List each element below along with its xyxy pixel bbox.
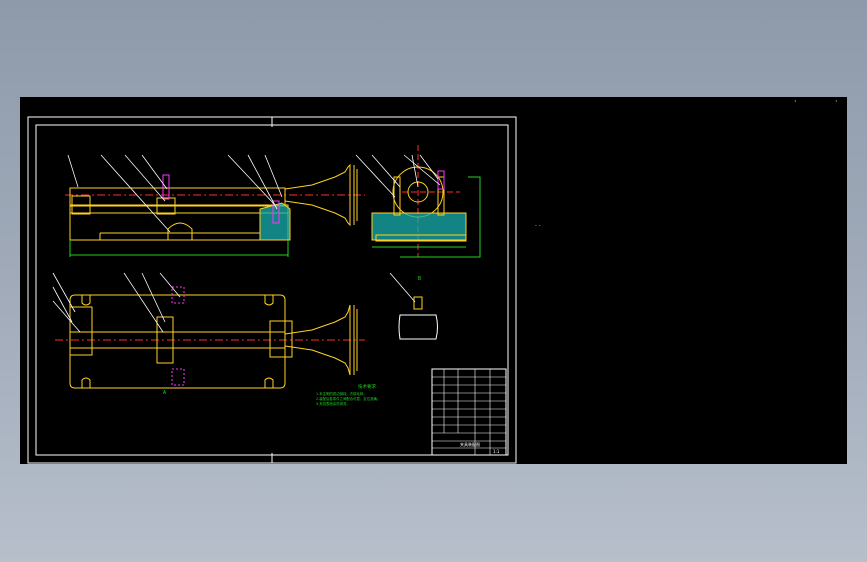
front-leader-lines [67,154,283,233]
top-right-block [269,320,293,358]
detail-screw [413,296,423,310]
title-block-scale: 1:1 [493,449,500,454]
detail-profile [398,314,438,340]
title-block-name: 夹具装配图 [460,441,480,447]
top-slot-4 [264,377,274,388]
tech-requirements: 技术要求 1.未注明的锐边倒钝，去除毛刺。 2.装配后各零件之间配合可靠，定位准… [316,383,380,406]
top-slot-1 [81,295,91,306]
tech-req-line-2: 2.装配后各零件之间配合可靠，定位准确。 [316,396,380,401]
top-slot-2 [264,295,274,306]
cad-drawing-canvas: A B 技术要求 1.未注明的锐边倒钝，去除毛刺。 2.装配后各零件之间配合可靠… [27,116,517,464]
top-leader-lines [52,272,181,333]
viewport-corner-mark-2: · [835,97,838,106]
top-magenta-detail-2 [171,368,185,386]
top-slot-3 [81,377,91,388]
front-base [69,213,289,241]
top-view: A [52,272,365,396]
side-view [355,145,481,258]
tech-req-line-3: 3.夹具表面涂防锈漆。 [316,401,350,406]
tech-req-title: 技术要求 [358,383,376,390]
viewport-corner-mark-1: · [794,97,797,106]
sheet-inner-border [35,124,509,456]
top-view-label: A [163,390,166,396]
cursor-readout: · · [535,223,541,230]
side-screw [437,170,445,190]
detail-leader [389,272,416,303]
front-right-support-hatched [259,202,291,241]
top-base-plate [69,294,286,389]
front-base-relief [99,232,261,240]
title-block: 夹具装配图 1:1 [431,368,507,456]
side-leader-lines [355,154,441,198]
tech-req-line-1: 1.未注明的锐边倒钝，去除毛刺。 [316,391,367,396]
detail-view: B [389,272,438,340]
front-mid-support [167,222,193,241]
front-view [65,154,365,257]
sheet-outer-border [27,116,517,464]
detail-label: B [418,276,421,282]
side-base-hatched [371,212,467,241]
cad-viewport[interactable]: A B 技术要求 1.未注明的锐边倒钝，去除毛刺。 2.装配后各零件之间配合可靠… [20,97,847,464]
front-shaft [69,187,286,207]
